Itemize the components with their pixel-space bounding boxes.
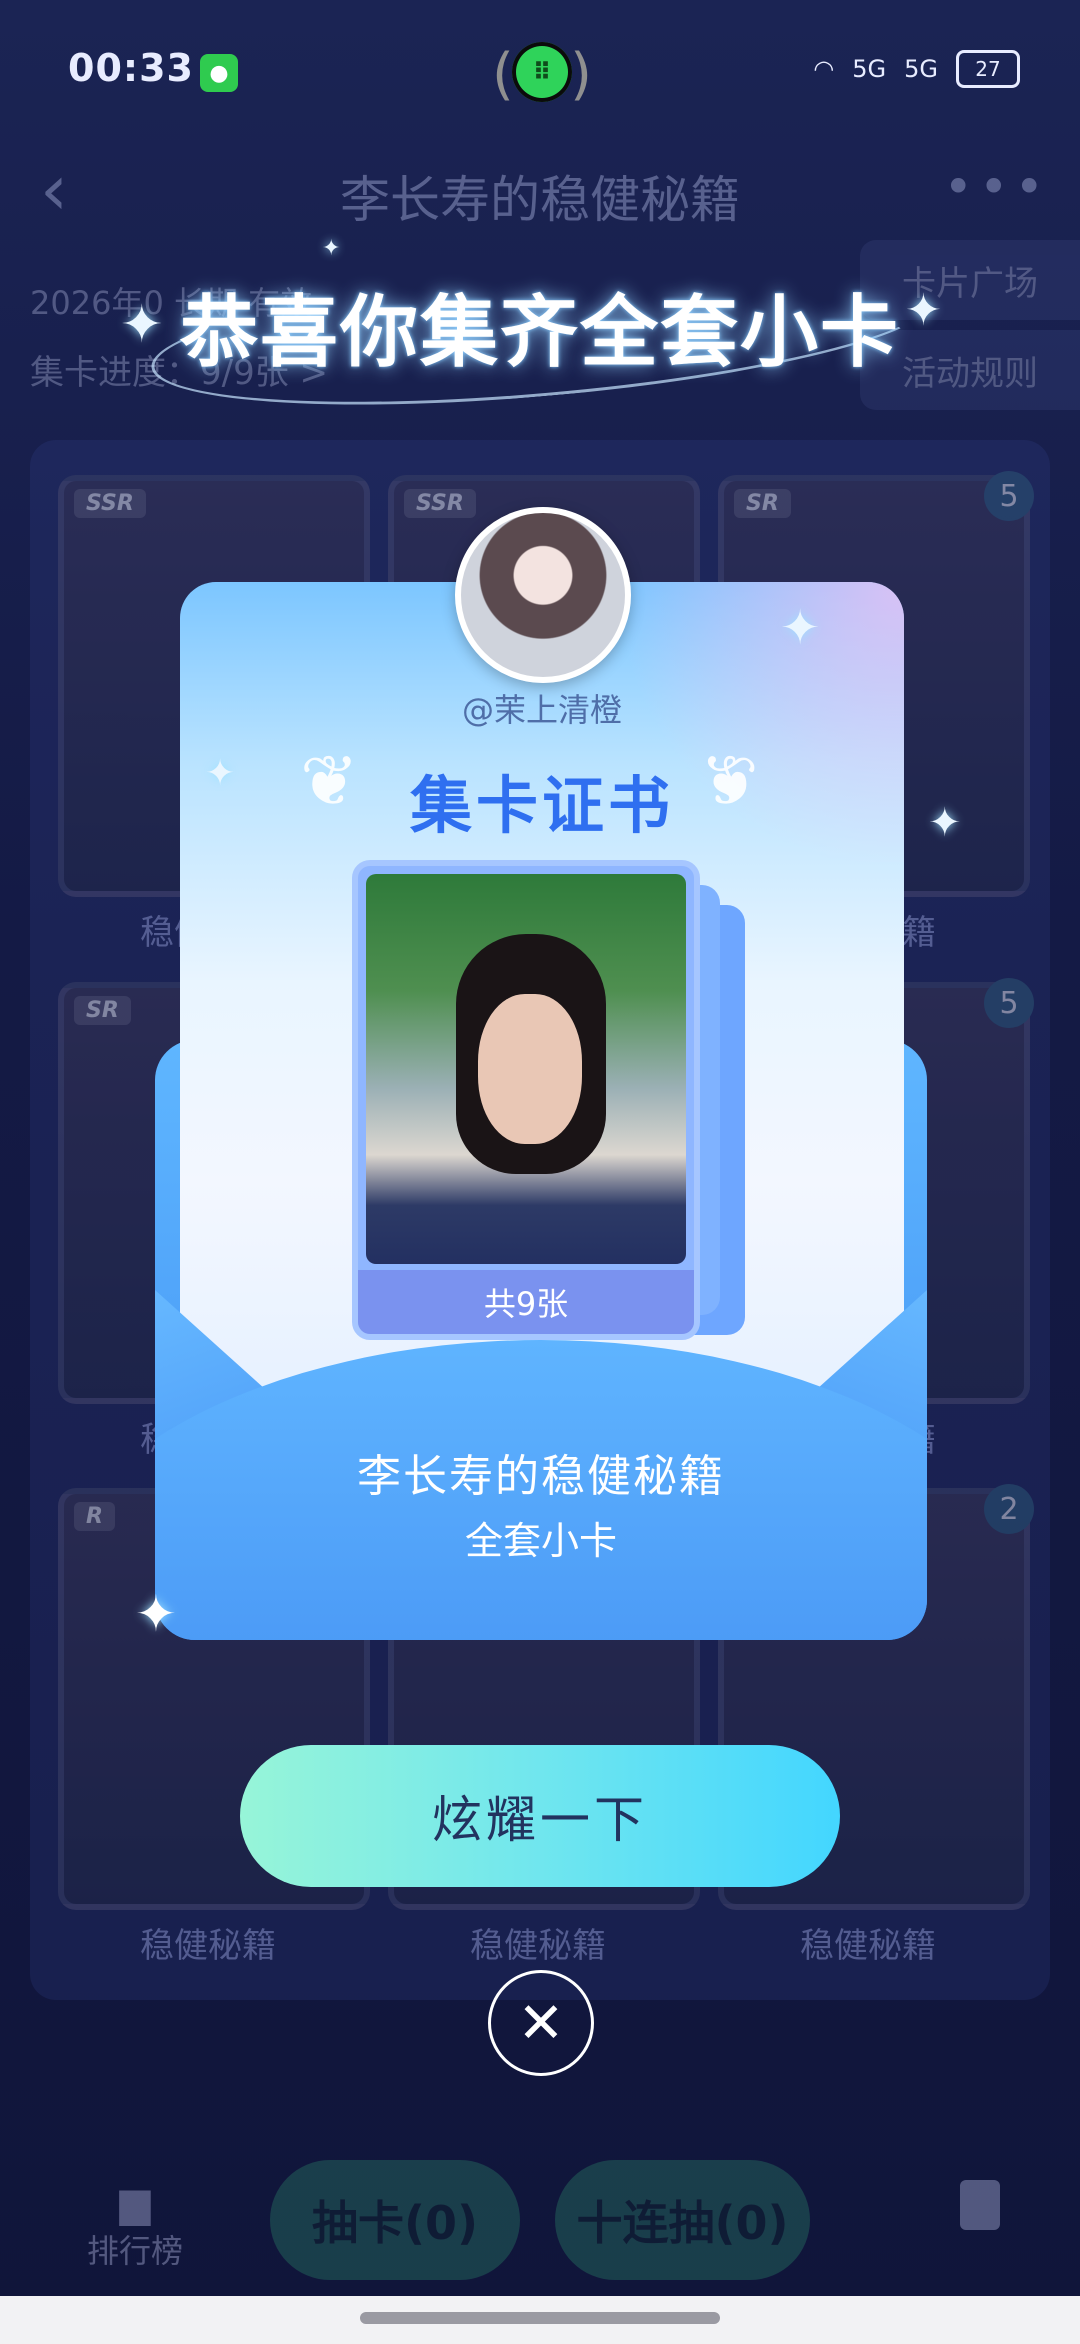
- card-total: 共9张: [358, 1270, 694, 1334]
- sparkle-icon: ✦: [905, 285, 942, 336]
- draw-ten-button[interactable]: 十连抽(0): [555, 2160, 810, 2280]
- leaderboard-label: 排行榜: [86, 2232, 183, 2270]
- page-header: ‹ 李长寿的稳健秘籍 •••: [0, 140, 1080, 250]
- wechat-icon: ●: [200, 54, 238, 92]
- card-photo: [366, 874, 686, 1264]
- card-label: 稳健秘籍: [140, 1926, 276, 1966]
- user-handle: @茉上清橙: [461, 691, 622, 729]
- bottom-bar: ▆ 排行榜 抽卡(0) 十连抽(0): [0, 2140, 1080, 2300]
- draw-button[interactable]: 抽卡(0): [270, 2160, 520, 2280]
- close-icon[interactable]: ✕: [488, 1970, 594, 2076]
- card-count-badge: 5: [984, 471, 1034, 521]
- featured-card: 共9张: [352, 860, 700, 1340]
- rarity-badge: SR: [74, 996, 131, 1025]
- card-label: 稳健秘籍: [800, 1926, 936, 1966]
- rarity-badge: R: [74, 1502, 115, 1531]
- rarity-badge: SSR: [404, 489, 476, 518]
- collection-subtitle: 全套小卡: [464, 1519, 617, 1563]
- leaderboard-button[interactable]: ▆ 排行榜: [80, 2180, 190, 2272]
- more-icon[interactable]: •••: [944, 158, 1050, 216]
- collection-name: 李长寿的稳健秘籍: [357, 1451, 725, 1502]
- sparkle-icon: ✦: [928, 800, 962, 846]
- sparkle-icon: ✦: [120, 295, 164, 355]
- sparkle-icon: ✦: [322, 236, 341, 261]
- home-indicator[interactable]: [360, 2312, 720, 2324]
- app-indicator: ( ⠿ ): [492, 40, 592, 107]
- page-title: 李长寿的稳健秘籍: [340, 171, 740, 229]
- wifi-icon: ◠: [813, 55, 835, 83]
- card-count-badge: 2: [984, 1484, 1034, 1534]
- app-indicator-icon: ⠿: [512, 42, 572, 102]
- bar-chart-icon: ▆: [119, 2180, 151, 2226]
- certificate-title: 集卡证书: [409, 769, 674, 842]
- card-label: 稳健秘籍: [470, 1926, 606, 1966]
- battery-icon: 27: [956, 50, 1020, 88]
- rarity-badge: SR: [734, 489, 791, 518]
- sparkle-icon: ✦: [780, 600, 821, 656]
- system-nav-bar: [0, 2296, 1080, 2344]
- paren-right-icon: ): [570, 42, 592, 107]
- signal-1-icon: 5G: [852, 55, 887, 83]
- status-time: 00:33: [68, 46, 194, 90]
- sparkle-icon: ✦: [135, 1585, 177, 1643]
- status-bar: 00:33 ● ( ⠿ ) ◠ 5G 5G 27: [0, 0, 1080, 140]
- show-off-button[interactable]: 炫耀一下: [240, 1745, 840, 1887]
- status-signals: ◠ 5G 5G 27: [813, 50, 1020, 88]
- card-count-badge: 5: [984, 978, 1034, 1028]
- avatar: [455, 507, 631, 683]
- document-icon[interactable]: [960, 2180, 1000, 2230]
- paren-left-icon: (: [492, 42, 514, 107]
- rarity-badge: SSR: [74, 489, 146, 518]
- photo-face: [478, 994, 582, 1144]
- signal-2-icon: 5G: [904, 55, 938, 83]
